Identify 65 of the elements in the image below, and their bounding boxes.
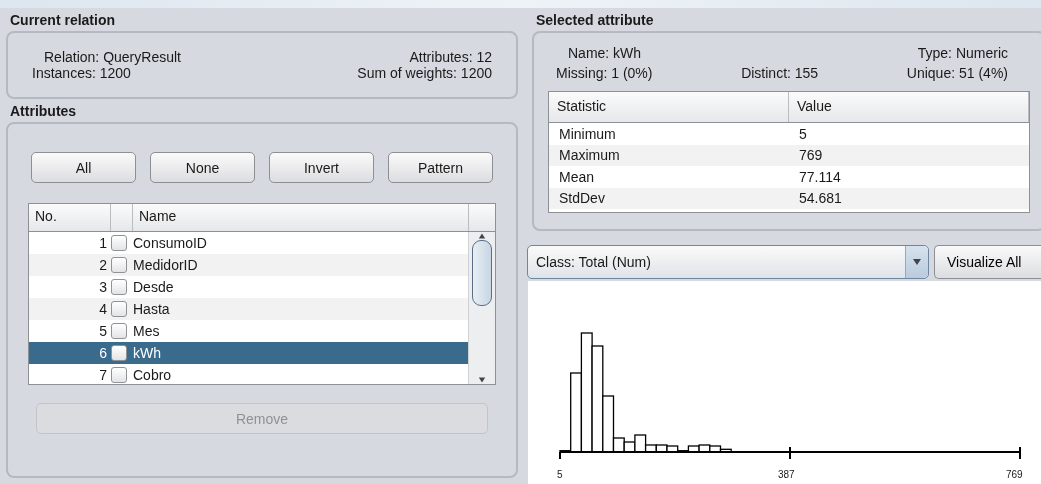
scroll-down-icon[interactable] (476, 376, 488, 384)
info-label: Unique: 51 (4%) (906, 64, 1008, 83)
section-title: Attributes (9, 102, 78, 121)
column-header: Value (789, 92, 1029, 122)
info-label: Sum of weights: 1200 (357, 65, 492, 81)
attribute-row[interactable]: 4 Hasta (29, 298, 468, 320)
row-number: 1 (98, 235, 108, 251)
table-cell-text: 77.114 (798, 168, 842, 185)
attribute-name: MedidorID (133, 257, 198, 273)
table-cell-text: Mean (558, 168, 596, 185)
attribute-name: kWh (133, 345, 161, 361)
column-header: Name (133, 204, 469, 231)
checkbox[interactable] (111, 345, 127, 361)
select-button[interactable]: Pattern (388, 152, 493, 183)
axis-label: 769 (1006, 469, 1023, 480)
row-number: 5 (98, 323, 108, 339)
axis-label: 5 (557, 469, 563, 480)
info-label: Missing: 1 (0%) (556, 64, 653, 83)
attribute-name: Desde (133, 279, 174, 295)
info-label: Instances: 1200 (32, 65, 131, 81)
dropdown-caret-icon[interactable] (911, 257, 923, 267)
row-number: 4 (98, 301, 108, 317)
row-number: 2 (98, 257, 108, 273)
attribute-row[interactable]: 1 ConsumoID (29, 232, 468, 254)
table-cell-text: Maximum (558, 147, 621, 164)
scrollbar[interactable] (468, 232, 495, 384)
info-label: Relation: QueryResult (43, 49, 181, 65)
attribute-row[interactable]: 6 kWh (29, 342, 468, 364)
scroll-thumb[interactable] (472, 240, 492, 306)
row-number: 7 (98, 367, 108, 383)
class-dropdown[interactable]: Class: Total (Num) (527, 245, 929, 279)
info-label: Attributes: 12 (409, 49, 492, 65)
select-button[interactable]: None (150, 152, 255, 183)
attribute-name: Hasta (133, 301, 170, 317)
checkbox[interactable] (111, 367, 127, 383)
attribute-row[interactable]: 7 Cobro (29, 364, 468, 384)
checkbox[interactable] (111, 235, 127, 251)
table-cell-text: 54.681 (798, 190, 843, 207)
section-title: Selected attribute (535, 11, 655, 30)
info-label: Type: Numeric (917, 44, 1008, 63)
checkbox[interactable] (111, 301, 127, 317)
column-header: No. (29, 204, 111, 231)
column-header: Statistic (549, 92, 789, 122)
section-title: Current relation (9, 11, 116, 30)
table-cell-text: 769 (798, 147, 824, 164)
attribute-name: Mes (133, 323, 160, 339)
attribute-row[interactable]: 3 Desde (29, 276, 468, 298)
select-button[interactable]: Invert (269, 152, 374, 183)
axis-label: 387 (778, 469, 795, 480)
row-number: 6 (98, 345, 108, 361)
attribute-row[interactable]: 2 MedidorID (29, 254, 468, 276)
attribute-name: Cobro (133, 367, 172, 383)
table-cell-text: 5 (798, 125, 808, 142)
row-number: 3 (98, 279, 108, 295)
info-label: Name: kWh (567, 44, 643, 63)
attribute-row[interactable]: 5 Mes (29, 320, 468, 342)
checkbox[interactable] (111, 323, 127, 339)
info-label: Distinct: 155 (741, 64, 819, 83)
checkbox[interactable] (111, 279, 127, 295)
table-cell-text: Minimum (558, 125, 617, 142)
table-cell-text: StdDev (558, 190, 606, 207)
visualize-all-button[interactable]: Visualize All (934, 245, 1041, 279)
select-button[interactable]: All (31, 152, 136, 183)
checkbox[interactable] (111, 257, 127, 273)
attribute-name: ConsumoID (133, 235, 207, 251)
